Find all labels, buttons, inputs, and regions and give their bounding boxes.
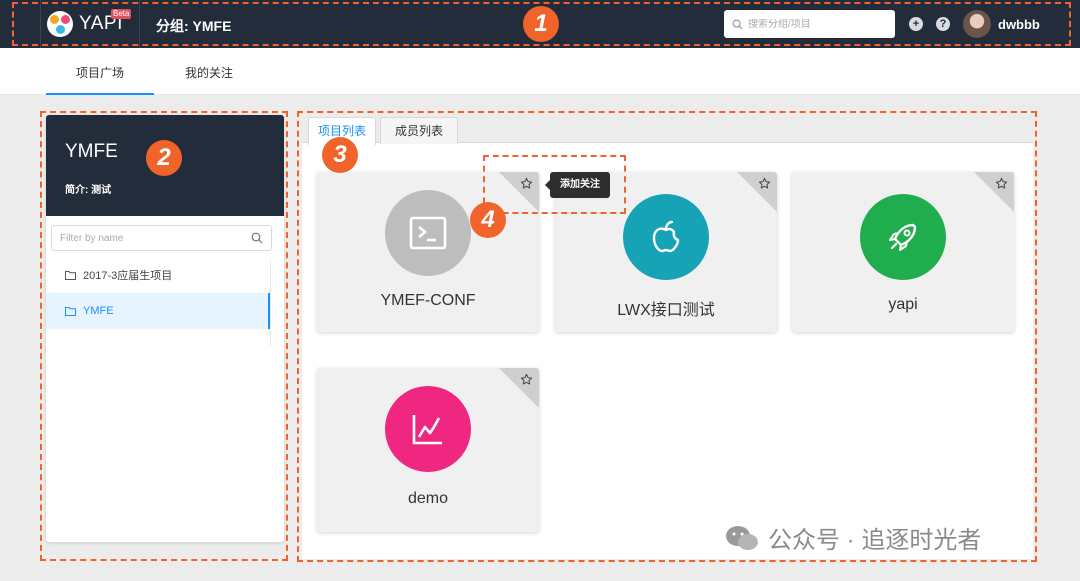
tab-project-square[interactable]: 项目广场 [76, 64, 124, 81]
sub-nav: 项目广场 我的关注 [0, 48, 1080, 95]
annotation-badge-1: 1 [523, 6, 559, 42]
watermark: 公众号 · 追逐时光者 [724, 520, 981, 555]
annotation-badge-3: 3 [322, 137, 358, 173]
annotation-box-3 [297, 111, 1037, 562]
annotation-badge-4: 4 [470, 202, 506, 238]
wechat-icon [726, 525, 758, 550]
annotation-badge-2: 2 [146, 140, 182, 176]
tab-my-follows[interactable]: 我的关注 [185, 64, 233, 81]
annotation-box-4 [483, 155, 626, 214]
active-tab-indicator [46, 93, 154, 95]
watermark-text: 公众号 · 追逐时光者 [768, 527, 982, 554]
annotation-box-2 [40, 111, 288, 561]
